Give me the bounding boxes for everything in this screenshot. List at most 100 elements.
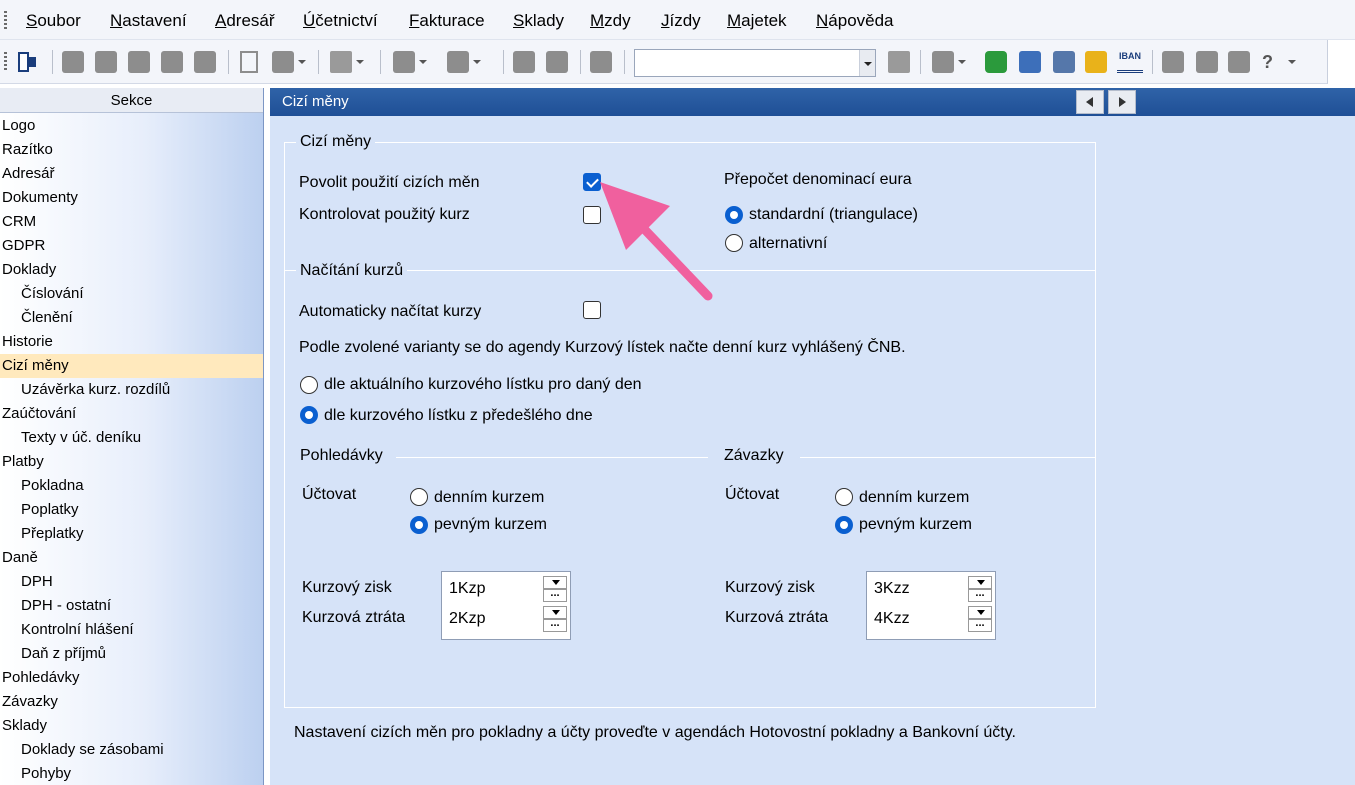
sidebar-item[interactable]: DPH <box>0 570 263 594</box>
menu-grip[interactable] <box>4 11 7 29</box>
receivables-loss-field[interactable]: 2Kzp ... <box>445 606 569 632</box>
form-icon[interactable] <box>1196 51 1218 73</box>
coins-icon[interactable] <box>1085 51 1107 73</box>
help-cursor-icon[interactable]: ? <box>1262 51 1296 73</box>
sidebar-item[interactable]: Kontrolní hlášení <box>0 618 263 642</box>
sidebar-item[interactable]: Platby <box>0 450 263 474</box>
sidebar-header: Sekce <box>0 88 263 113</box>
new-document-icon[interactable] <box>240 51 258 73</box>
receivables-fixed-radio[interactable] <box>410 516 428 534</box>
duplicate-icon[interactable] <box>590 51 612 73</box>
sidebar-item[interactable]: Zaúčtování <box>0 402 263 426</box>
fax-icon[interactable] <box>194 51 216 73</box>
sidebar-item[interactable]: Členění <box>0 306 263 330</box>
sidebar-item[interactable]: Doklady se zásobami <box>0 738 263 762</box>
prev-arrow-icon[interactable] <box>1076 90 1104 114</box>
sidebar-item[interactable]: Dokumenty <box>0 186 263 210</box>
sidebar-item[interactable]: Pohyby <box>0 762 263 785</box>
help-label: ? <box>1262 52 1273 72</box>
sidebar-item[interactable]: DPH - ostatní <box>0 594 263 618</box>
sidebar-item[interactable]: Číslování <box>0 282 263 306</box>
euro-standard-radio[interactable] <box>725 206 743 224</box>
sidebar-item[interactable]: Daně <box>0 546 263 570</box>
sidebar-item[interactable]: Historie <box>0 330 263 354</box>
folder-icon[interactable] <box>932 51 966 73</box>
sidebar-item[interactable]: Adresář <box>0 162 263 186</box>
receivables-fixed-label: pevným kurzem <box>434 516 547 533</box>
toolbar-separator <box>580 50 581 74</box>
rates-previous-label: dle kurzového lístku z předešlého dne <box>324 407 593 424</box>
sidebar-item[interactable]: Závazky <box>0 690 263 714</box>
sidebar-item[interactable]: Poplatky <box>0 498 263 522</box>
more-icon[interactable]: ... <box>543 618 567 632</box>
payables-loss-field[interactable]: 4Kzz ... <box>870 606 994 632</box>
payables-gain-field[interactable]: 3Kzz ... <box>870 576 994 602</box>
chevron-down-icon[interactable] <box>859 50 875 76</box>
next-arrow-icon[interactable] <box>1108 90 1136 114</box>
menu-mzdy[interactable]: Mzdy <box>590 11 631 31</box>
money-icon[interactable] <box>985 51 1007 73</box>
sidebar-item[interactable]: Doklady <box>0 258 263 282</box>
toolbar-combo[interactable] <box>634 49 876 77</box>
menu-majetek[interactable]: Majetek <box>727 11 787 31</box>
report-icon[interactable] <box>1228 51 1250 73</box>
sidebar-item[interactable]: Cizí měny <box>0 354 263 378</box>
rates-info-text: Podle zvolené varianty se do agendy Kurz… <box>299 339 906 356</box>
calculator-blue-icon[interactable] <box>1053 51 1075 73</box>
receivables-gain-field[interactable]: 1Kzp ... <box>445 576 569 602</box>
more-icon[interactable]: ... <box>543 588 567 602</box>
toolbar-grip[interactable] <box>4 52 7 72</box>
sidebar-item[interactable]: Pokladna <box>0 474 263 498</box>
sidebar-item[interactable]: CRM <box>0 210 263 234</box>
sidebar-item[interactable]: Sklady <box>0 714 263 738</box>
edit-tools-icon[interactable] <box>272 51 306 73</box>
receivables-loss-label: Kurzová ztráta <box>302 609 406 626</box>
footer-note: Nastavení cizích měn pro pokladny a účty… <box>294 724 1016 741</box>
toolbar-separator <box>52 50 53 74</box>
sidebar-item[interactable]: Texty v úč. deníku <box>0 426 263 450</box>
exit-icon[interactable] <box>16 51 38 73</box>
sidebar-item[interactable]: Uzávěrka kurz. rozdílů <box>0 378 263 402</box>
gear-icon[interactable] <box>447 51 481 73</box>
sidebar-item[interactable]: GDPR <box>0 234 263 258</box>
menu-nastaveni[interactable]: Nastavení <box>110 11 187 31</box>
receivables-gain-value: 1Kzp <box>449 580 486 597</box>
calculator-icon[interactable] <box>330 51 364 73</box>
euro-alternative-radio[interactable] <box>725 234 743 252</box>
menu-jizdy[interactable]: Jízdy <box>661 11 701 31</box>
print-icon[interactable] <box>95 51 117 73</box>
message-icon[interactable] <box>1162 51 1184 73</box>
print-preview-icon[interactable] <box>128 51 150 73</box>
menu-ucetnictvi[interactable]: Účetnictví <box>303 11 378 31</box>
payables-daily-radio[interactable] <box>835 488 853 506</box>
rates-previous-radio[interactable] <box>300 406 318 424</box>
menu-bar: Soubor Nastavení Adresář Účetnictví Fakt… <box>0 0 1355 40</box>
rates-current-radio[interactable] <box>300 376 318 394</box>
rates-current-label: dle aktuálního kurzového lístku pro daný… <box>324 376 642 393</box>
sidebar-item[interactable]: Logo <box>0 114 263 138</box>
toolbar-separator <box>1152 50 1153 74</box>
payables-fixed-radio[interactable] <box>835 516 853 534</box>
copy-record-icon[interactable] <box>62 51 84 73</box>
divider <box>284 707 1096 708</box>
menu-soubor[interactable]: Soubor <box>26 11 81 31</box>
sidebar-item[interactable]: Razítko <box>0 138 263 162</box>
more-icon[interactable]: ... <box>968 618 992 632</box>
save-icon[interactable] <box>513 51 535 73</box>
rates-table-icon[interactable] <box>1019 51 1041 73</box>
sidebar-item[interactable]: Daň z příjmů <box>0 642 263 666</box>
filter-icon[interactable] <box>888 51 910 73</box>
export-pdf-icon[interactable] <box>161 51 183 73</box>
menu-sklady[interactable]: Sklady <box>513 11 564 31</box>
menu-adresar[interactable]: Adresář <box>215 11 275 31</box>
save-all-icon[interactable] <box>546 51 568 73</box>
receivables-daily-radio[interactable] <box>410 488 428 506</box>
menu-napoveda[interactable]: Nápověda <box>816 11 894 31</box>
iban-icon[interactable]: IBAN <box>1117 51 1143 73</box>
sidebar-item[interactable]: Pohledávky <box>0 666 263 690</box>
back-arrow-icon[interactable] <box>393 51 427 73</box>
more-icon[interactable]: ... <box>968 588 992 602</box>
menu-fakturace[interactable]: Fakturace <box>409 11 485 31</box>
payables-account-label: Účtovat <box>725 486 780 503</box>
sidebar-item[interactable]: Přeplatky <box>0 522 263 546</box>
